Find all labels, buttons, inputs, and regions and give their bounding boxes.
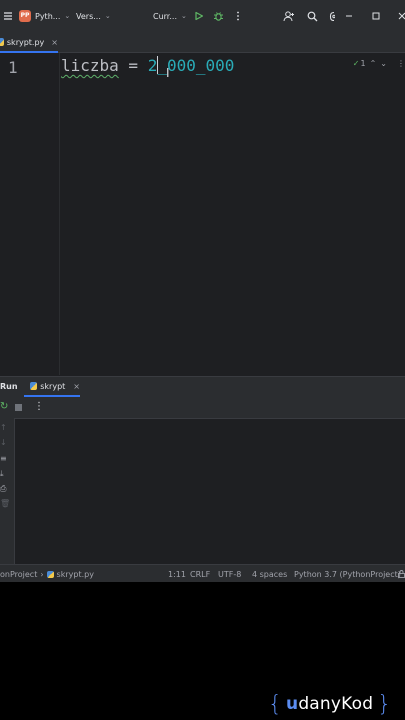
- python-file-icon: [46, 570, 54, 578]
- run-side-toolbar: ↑ ↓ ≡ ⤓ ⎙ 🗑: [0, 418, 15, 565]
- search-icon[interactable]: [302, 6, 322, 26]
- run-config-label: Curr...: [153, 11, 177, 21]
- line-number: 1: [8, 58, 18, 77]
- logo-brace-open: {: [268, 691, 282, 717]
- line-separator[interactable]: CRLF: [190, 565, 210, 582]
- add-user-icon[interactable]: [279, 6, 299, 26]
- vcs-widget[interactable]: Vers... ⌄: [76, 0, 111, 32]
- mouse-ibeam-cursor: I: [166, 66, 170, 80]
- breadcrumb[interactable]: onProject › skrypt.py: [0, 565, 94, 582]
- vcs-label: Vers...: [76, 11, 101, 21]
- python-interpreter[interactable]: Python 3.7 (PythonProject): [294, 565, 401, 582]
- logo-word: danyKod: [298, 694, 374, 714]
- console-output[interactable]: [15, 418, 405, 565]
- project-name: Pyth...: [35, 11, 61, 21]
- python-file-icon: [30, 382, 38, 390]
- run-config-selector[interactable]: Curr... ⌄: [153, 0, 187, 32]
- lock-icon[interactable]: [398, 565, 405, 582]
- line-gutter: 1: [0, 53, 60, 375]
- scroll-to-end-icon[interactable]: ⤓: [0, 469, 4, 479]
- logo-u-mark: u: [286, 694, 299, 714]
- code-line[interactable]: liczba = 2_000_000: [61, 56, 234, 75]
- maximize-icon[interactable]: [366, 6, 386, 26]
- udanykod-logo: { udanyKod }: [268, 690, 391, 718]
- debug-icon[interactable]: [208, 6, 228, 26]
- project-badge: PP: [19, 10, 31, 22]
- breadcrumb-project[interactable]: onProject: [0, 570, 37, 579]
- scroll-down-icon[interactable]: ↓: [0, 438, 7, 447]
- chevron-down-icon: ⌄: [64, 12, 71, 20]
- trash-icon[interactable]: 🗑: [0, 499, 10, 508]
- run-tool-window: Run skrypt × ↻ ⋮ ↑ ↓ ≡ ⤓ ⎙ 🗑: [0, 376, 405, 565]
- caret-position[interactable]: 1:11: [168, 565, 186, 582]
- scroll-up-icon[interactable]: ↑: [0, 423, 7, 432]
- code-editor[interactable]: 1 liczba = 2_000_000 ✓ 1 ⌃ ⌄ ⋮: [0, 53, 405, 375]
- tab-skrypt-py[interactable]: skrypt.py ×: [0, 32, 58, 53]
- inspection-widget[interactable]: ✓ 1 ⌃ ⌄ ⋮: [353, 56, 405, 70]
- run-tab-label: skrypt: [40, 381, 66, 391]
- python-file-icon: [0, 38, 4, 46]
- close-tab-icon[interactable]: ×: [51, 38, 58, 47]
- chevron-right-icon: ›: [40, 569, 44, 579]
- indent-setting[interactable]: 4 spaces: [252, 565, 287, 582]
- chevron-down-icon: ⌄: [104, 12, 111, 20]
- run-tab-skrypt[interactable]: skrypt ×: [24, 377, 80, 397]
- title-bar: PP Pyth... ⌄ Vers... ⌄ Curr... ⌄: [0, 0, 405, 33]
- print-icon[interactable]: ⎙: [0, 484, 6, 494]
- soft-wrap-icon[interactable]: ≡: [0, 454, 7, 463]
- more-actions-icon[interactable]: [228, 6, 248, 26]
- file-encoding[interactable]: UTF-8: [218, 565, 241, 582]
- code-operator: =: [118, 56, 148, 75]
- chevron-down-icon: ⌄: [181, 12, 187, 20]
- editor-tab-bar: skrypt.py ×: [0, 32, 405, 53]
- inspection-count: 1: [360, 58, 366, 68]
- status-bar: onProject › skrypt.py 1:11 CRLF UTF-8 4 …: [0, 564, 405, 582]
- more-actions-icon[interactable]: ⋮: [34, 401, 44, 412]
- ide-window: PP Pyth... ⌄ Vers... ⌄ Curr... ⌄ skrypt.…: [0, 0, 405, 582]
- overflow-icon[interactable]: ⋮: [397, 59, 405, 68]
- run-toolbar: ↻ ⋮: [0, 397, 405, 419]
- chevron-up-icon[interactable]: ⌃: [370, 59, 377, 68]
- tab-label: skrypt.py: [6, 37, 45, 47]
- logo-brace-close: }: [377, 691, 392, 717]
- run-panel-header: Run skrypt ×: [0, 377, 405, 397]
- breadcrumb-file[interactable]: skrypt.py: [57, 570, 94, 579]
- run-panel-title: Run: [0, 382, 18, 391]
- stop-icon[interactable]: [15, 404, 22, 411]
- main-menu-icon[interactable]: [0, 6, 18, 26]
- logo-text: udanyKod: [286, 694, 373, 714]
- project-widget[interactable]: PP Pyth... ⌄: [19, 0, 70, 32]
- code-identifier: liczba: [61, 56, 119, 75]
- close-icon[interactable]: [392, 6, 405, 26]
- close-tab-icon[interactable]: ×: [73, 382, 80, 391]
- check-icon: ✓: [352, 58, 360, 68]
- chevron-down-icon[interactable]: ⌄: [380, 59, 387, 68]
- rerun-icon[interactable]: ↻: [0, 401, 8, 412]
- minimize-icon[interactable]: [339, 6, 359, 26]
- run-icon[interactable]: [189, 6, 209, 26]
